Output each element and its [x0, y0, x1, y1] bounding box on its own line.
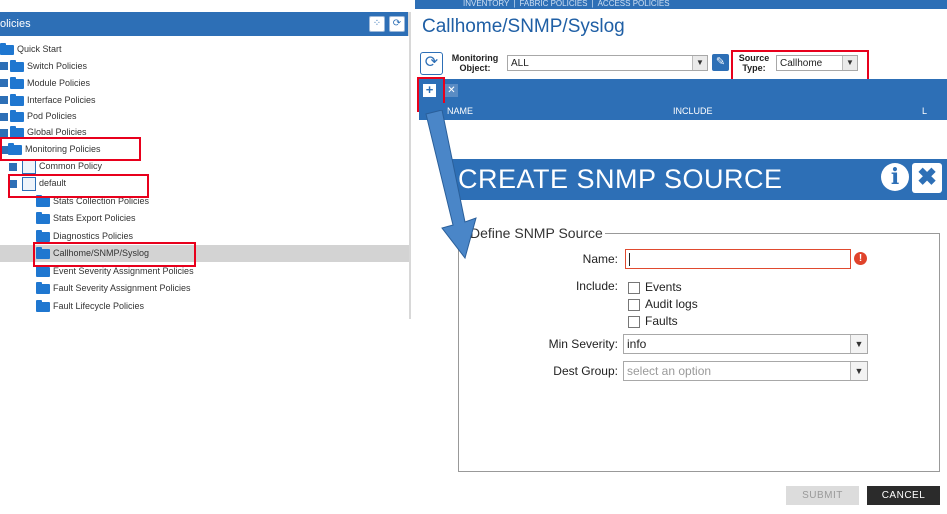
top-nav-strip: INVENTORY | FABRIC POLICIES | ACCESS POLICIE… — [415, 0, 947, 9]
folder-icon — [10, 59, 24, 72]
include-label: Include: — [575, 279, 618, 293]
section-title: Define SNMP Source — [468, 225, 605, 241]
highlight-callhome — [33, 242, 196, 267]
tree-options-icon[interactable]: ⁘ — [369, 16, 385, 32]
tree-item-quick-start[interactable]: Quick Start — [0, 41, 62, 58]
delete-icon[interactable]: ✕ — [445, 84, 458, 97]
table-toolbar — [419, 79, 947, 103]
min-severity-label: Min Severity: — [548, 337, 618, 351]
include-audit-logs-option[interactable]: Audit logs — [628, 297, 698, 311]
monitoring-object-select[interactable]: ALL ▼ — [507, 55, 708, 71]
text-caret — [629, 253, 630, 266]
events-checkbox[interactable] — [628, 281, 640, 294]
tree-item-interface-policies[interactable]: Interface Policies — [10, 92, 96, 109]
column-l[interactable]: L — [922, 103, 927, 120]
min-severity-select[interactable]: info ▼ — [623, 334, 868, 354]
name-input[interactable] — [625, 249, 851, 269]
faults-checkbox[interactable] — [628, 315, 640, 328]
folder-icon — [36, 264, 50, 277]
audit-logs-checkbox[interactable] — [628, 298, 640, 311]
folder-icon — [10, 109, 24, 122]
left-panel-header: olicies ⁘ ⟳ — [0, 12, 409, 36]
chevron-down-icon: ▼ — [692, 56, 707, 70]
include-events-option[interactable]: Events — [628, 280, 682, 294]
tree-item-switch-policies[interactable]: Switch Policies — [10, 58, 87, 75]
highlight-default — [8, 174, 149, 198]
highlight-monitoring-policies — [0, 137, 141, 161]
folder-icon — [0, 42, 14, 55]
folder-icon — [36, 194, 50, 207]
edit-pencil-icon[interactable]: ✎ — [712, 54, 729, 71]
close-icon[interactable]: ✖ — [912, 163, 942, 193]
dialog-header: CREATE SNMP SOURCE — [452, 159, 947, 200]
monitoring-object-label: Monitoring Object: — [451, 53, 499, 73]
submit-button[interactable]: SUBMIT — [786, 486, 859, 505]
policy-doc-icon — [22, 159, 36, 174]
cancel-button[interactable]: CANCEL — [867, 486, 940, 505]
dest-group-label: Dest Group: — [553, 364, 618, 378]
info-icon[interactable]: i — [881, 163, 909, 191]
refresh-icon[interactable]: ⟳ — [420, 52, 443, 75]
include-faults-option[interactable]: Faults — [628, 314, 678, 328]
page-title: Callhome/SNMP/Syslog — [422, 16, 625, 37]
chevron-down-icon: ▼ — [850, 335, 867, 353]
tree-item-pod-policies[interactable]: Pod Policies — [10, 108, 77, 125]
tree-item-fault-lifecycle[interactable]: Fault Lifecycle Policies — [36, 298, 144, 315]
folder-icon — [36, 229, 50, 242]
folder-icon — [36, 299, 50, 312]
expand-icon[interactable] — [0, 113, 8, 121]
table-header: NAME INCLUDE L — [419, 103, 947, 120]
dialog-title: CREATE SNMP SOURCE — [458, 164, 783, 194]
folder-icon — [10, 76, 24, 89]
chevron-down-icon: ▼ — [850, 362, 867, 380]
error-icon: ! — [854, 252, 867, 265]
nav-inventory[interactable]: INVENTORY — [463, 0, 509, 8]
dest-group-select[interactable]: select an option ▼ — [623, 361, 868, 381]
name-label: Name: — [582, 252, 618, 266]
column-include[interactable]: INCLUDE — [673, 103, 713, 120]
expand-icon[interactable] — [0, 129, 8, 137]
expand-icon[interactable] — [0, 79, 8, 87]
expand-icon[interactable] — [9, 163, 17, 171]
folder-icon — [10, 93, 24, 106]
tree-item-fault-severity[interactable]: Fault Severity Assignment Policies — [36, 280, 191, 297]
tree-item-module-policies[interactable]: Module Policies — [10, 75, 90, 92]
expand-icon[interactable] — [0, 96, 8, 104]
folder-icon — [36, 281, 50, 294]
folder-icon — [36, 211, 50, 224]
arrow-shape — [425, 110, 477, 260]
tree-item-stats-export[interactable]: Stats Export Policies — [36, 210, 136, 227]
nav-fabric-policies[interactable]: FABRIC POLICIES — [519, 0, 587, 8]
left-panel-title: olicies — [0, 18, 31, 30]
refresh-icon[interactable]: ⟳ — [389, 16, 405, 32]
annotation-arrow — [425, 110, 477, 260]
nav-access-policies[interactable]: ACCESS POLICIES — [598, 0, 670, 8]
expand-icon[interactable] — [0, 62, 8, 70]
